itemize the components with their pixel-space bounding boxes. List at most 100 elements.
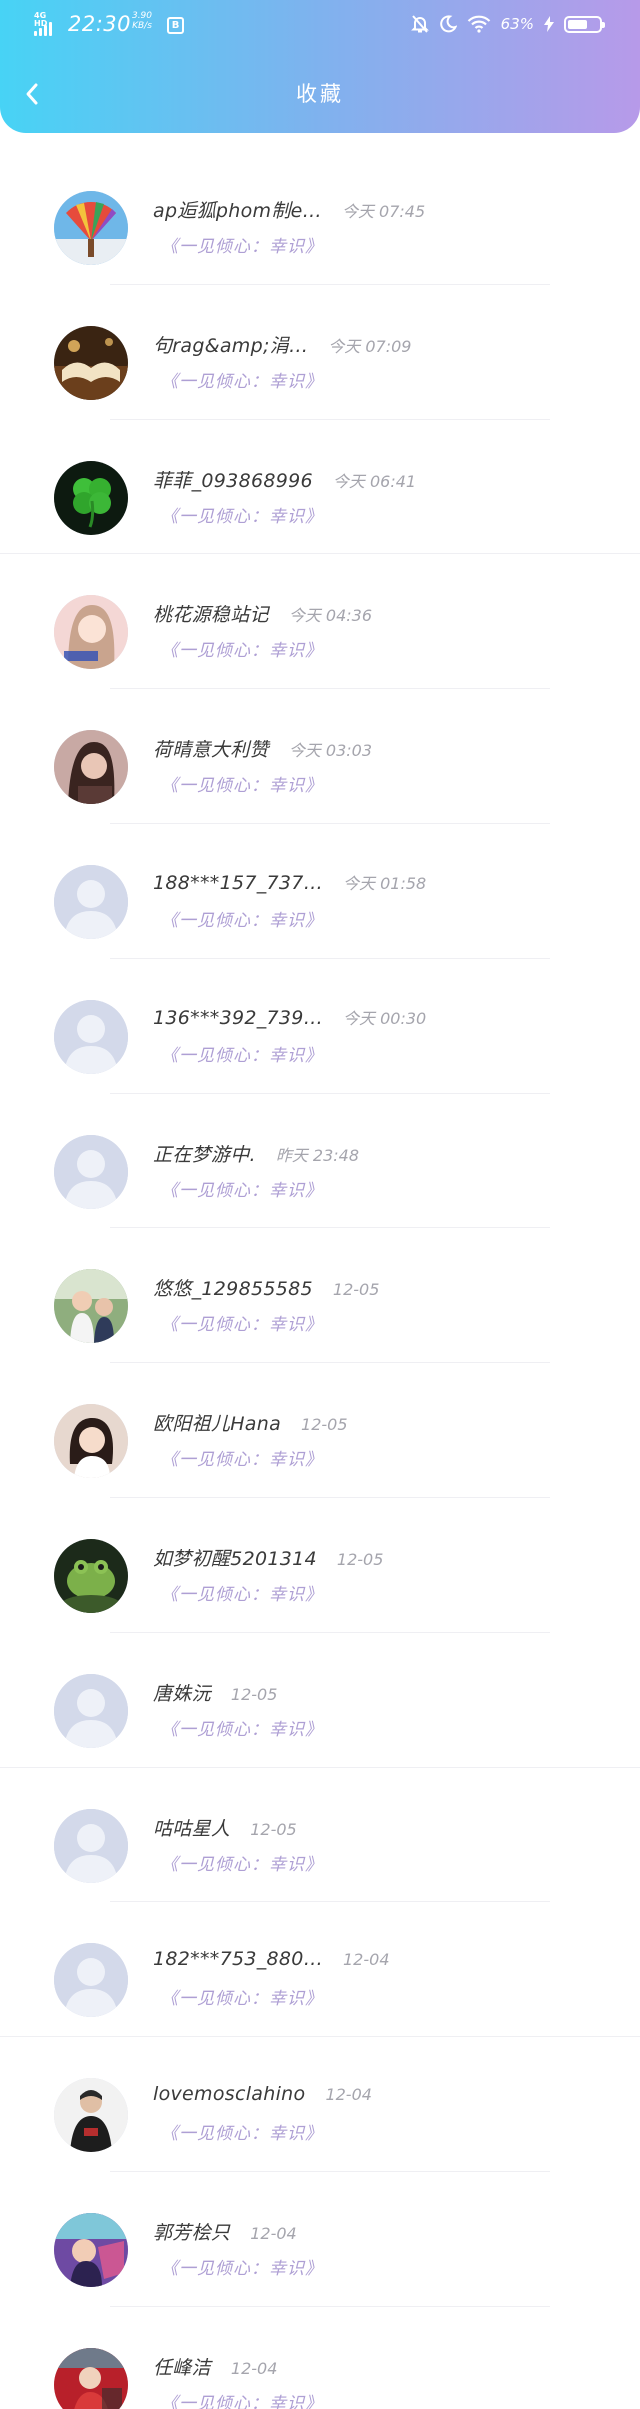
avatar-image [54, 1538, 128, 1613]
favorite-title[interactable]: 《一见倾心：幸识》 [161, 1310, 323, 1335]
favorite-title[interactable]: 《一见倾心：幸识》 [161, 502, 323, 527]
item-header: 咕咕星人 12-05 [153, 1814, 297, 1840]
speed-value: 3.90 [131, 11, 153, 21]
list-item[interactable]: 欧阳祖儿Hana 12-05 《一见倾心：幸识》 [0, 1363, 640, 1498]
list-item[interactable]: 桃花源稳站记 今天 04:36 《一见倾心：幸识》 [0, 554, 640, 689]
list-item[interactable]: 136***392_739… 今天 00:30 《一见倾心：幸识》 [0, 959, 640, 1094]
item-header: 正在梦游中. 昨天 23:48 [153, 1140, 359, 1166]
status-time: 22:30 [68, 12, 132, 36]
avatar[interactable] [54, 2347, 128, 2409]
item-header: ap逅狐phom制e… 今天 07:45 [153, 196, 425, 222]
favorite-title[interactable]: 《一见倾心：幸识》 [161, 1176, 323, 1201]
avatar[interactable] [54, 1538, 128, 1613]
avatar-image [54, 191, 128, 265]
app-notification-icon: B [167, 17, 184, 34]
user-name: 136***392_739… [153, 1006, 323, 1029]
item-header: 欧阳祖儿Hana 12-05 [153, 1409, 348, 1435]
user-name: 188***157_737… [153, 871, 323, 894]
favorite-time: 12-05 [336, 1549, 384, 1569]
favorite-title[interactable]: 《一见倾心：幸识》 [161, 1984, 323, 2009]
favorite-title[interactable]: 《一见倾心：幸识》 [161, 2254, 323, 2279]
avatar-image [54, 2078, 128, 2153]
avatar-image [54, 730, 128, 805]
favorite-title[interactable]: 《一见倾心：幸识》 [161, 2119, 323, 2144]
default-avatar-icon [54, 999, 128, 1074]
avatar[interactable] [54, 2212, 128, 2287]
list-item[interactable]: 任峰洁 12-04 《一见倾心：幸识》 [0, 2307, 640, 2409]
avatar-image [54, 1269, 128, 1344]
list-item[interactable]: 句rag&amp;涓… 今天 07:09 《一见倾心：幸识》 [0, 285, 640, 420]
list-item[interactable]: 唐姝沅 12-05 《一见倾心：幸识》 [0, 1633, 640, 1768]
favorite-time: 今天 06:41 [332, 471, 417, 491]
avatar[interactable] [54, 1808, 128, 1883]
list-item[interactable]: 郭芳桧只 12-04 《一见倾心：幸识》 [0, 2172, 640, 2307]
default-avatar-icon [54, 1808, 128, 1883]
battery-icon [564, 15, 605, 33]
list-item[interactable]: 荷晴意大利赞 今天 03:03 《一见倾心：幸识》 [0, 689, 640, 824]
avatar[interactable] [54, 2078, 128, 2153]
battery-percent: 63% [500, 15, 534, 33]
avatar[interactable] [54, 1134, 128, 1209]
user-name: 任峰洁 [153, 2356, 211, 2379]
avatar[interactable] [54, 1404, 128, 1479]
favorite-title[interactable]: 《一见倾心：幸识》 [161, 771, 323, 796]
favorite-title[interactable]: 《一见倾心：幸识》 [161, 2389, 323, 2409]
list-item[interactable]: 正在梦游中. 昨天 23:48 《一见倾心：幸识》 [0, 1094, 640, 1229]
favorite-time: 今天 00:30 [343, 1008, 427, 1028]
header-bar: 4G HD 22:30 3.90 KB/s B 63% 收藏 [0, 0, 640, 133]
favorite-time: 12-05 [332, 1280, 380, 1300]
favorite-time: 今天 07:45 [341, 202, 426, 221]
default-avatar-icon [54, 1943, 128, 2018]
item-header: 桃花源稳站记 今天 04:36 [153, 600, 372, 626]
user-name: 悠悠_129855585 [153, 1278, 313, 1301]
list-item[interactable]: ap逅狐phom制e… 今天 07:45 《一见倾心：幸识》 [0, 150, 640, 285]
avatar[interactable] [54, 1943, 128, 2018]
chevron-left-icon [26, 83, 38, 105]
user-name: 正在梦游中. [153, 1143, 256, 1166]
list-item[interactable]: lovemosclahino 12-04 《一见倾心：幸识》 [0, 2037, 640, 2172]
avatar[interactable] [54, 460, 128, 535]
item-header: 136***392_739… 今天 00:30 [153, 1005, 426, 1031]
user-name: 郭芳桧只 [153, 2221, 231, 2244]
avatar[interactable] [54, 325, 128, 400]
favorite-title[interactable]: 《一见倾心：幸识》 [161, 1715, 323, 1740]
favorite-time: 12-05 [301, 1415, 348, 1435]
item-header: 如梦初醒5201314 12-05 [153, 1544, 383, 1570]
speed-unit: KB/s [132, 21, 152, 31]
favorite-title[interactable]: 《一见倾心：幸识》 [161, 1850, 323, 1875]
favorite-title[interactable]: 《一见倾心：幸识》 [161, 1041, 323, 1066]
list-item[interactable]: 悠悠_129855585 12-05 《一见倾心：幸识》 [0, 1228, 640, 1363]
favorite-time: 昨天 23:48 [275, 1145, 360, 1165]
list-item[interactable]: 如梦初醒5201314 12-05 《一见倾心：幸识》 [0, 1498, 640, 1633]
list-item[interactable]: 182***753_880… 12-04 《一见倾心：幸识》 [0, 1902, 640, 2037]
back-button[interactable] [14, 76, 50, 112]
item-header: 任峰洁 12-04 [153, 2353, 277, 2379]
favorite-time: 12-05 [230, 1684, 278, 1704]
item-header: 唐姝沅 12-05 [153, 1679, 277, 1705]
favorite-time: 今天 01:58 [343, 873, 427, 893]
avatar[interactable] [54, 1269, 128, 1344]
favorite-title[interactable]: 《一见倾心：幸识》 [161, 906, 323, 931]
favorite-title[interactable]: 《一见倾心：幸识》 [161, 1580, 323, 1605]
list-item[interactable]: 188***157_737… 今天 01:58 《一见倾心：幸识》 [0, 824, 640, 959]
avatar[interactable] [54, 191, 128, 265]
favorites-list: ap逅狐phom制e… 今天 07:45 《一见倾心：幸识》 句rag&amp;涓… 今… [0, 150, 640, 2409]
avatar[interactable] [54, 730, 128, 805]
favorite-title[interactable]: 《一见倾心：幸识》 [161, 232, 323, 257]
user-name: lovemosclahino [153, 2083, 306, 2106]
signal-icon: 4G HD [34, 12, 62, 36]
favorite-title[interactable]: 《一见倾心：幸识》 [161, 1445, 323, 1470]
favorite-title[interactable]: 《一见倾心：幸识》 [161, 367, 323, 392]
list-item[interactable]: 菲菲_093868996 今天 06:41 《一见倾心：幸识》 [0, 420, 640, 555]
user-name: 欧阳祖儿Hana [153, 1413, 282, 1436]
avatar[interactable] [54, 864, 128, 939]
avatar-image [54, 2212, 128, 2287]
avatar[interactable] [54, 1673, 128, 1748]
avatar[interactable] [54, 595, 128, 670]
favorite-time: 12-04 [343, 1950, 390, 1970]
favorite-title[interactable]: 《一见倾心：幸识》 [161, 636, 323, 661]
user-name: ap逅狐phom制e… [153, 200, 322, 222]
avatar[interactable] [54, 999, 128, 1074]
list-item[interactable]: 咕咕星人 12-05 《一见倾心：幸识》 [0, 1768, 640, 1903]
avatar-image [54, 325, 128, 400]
